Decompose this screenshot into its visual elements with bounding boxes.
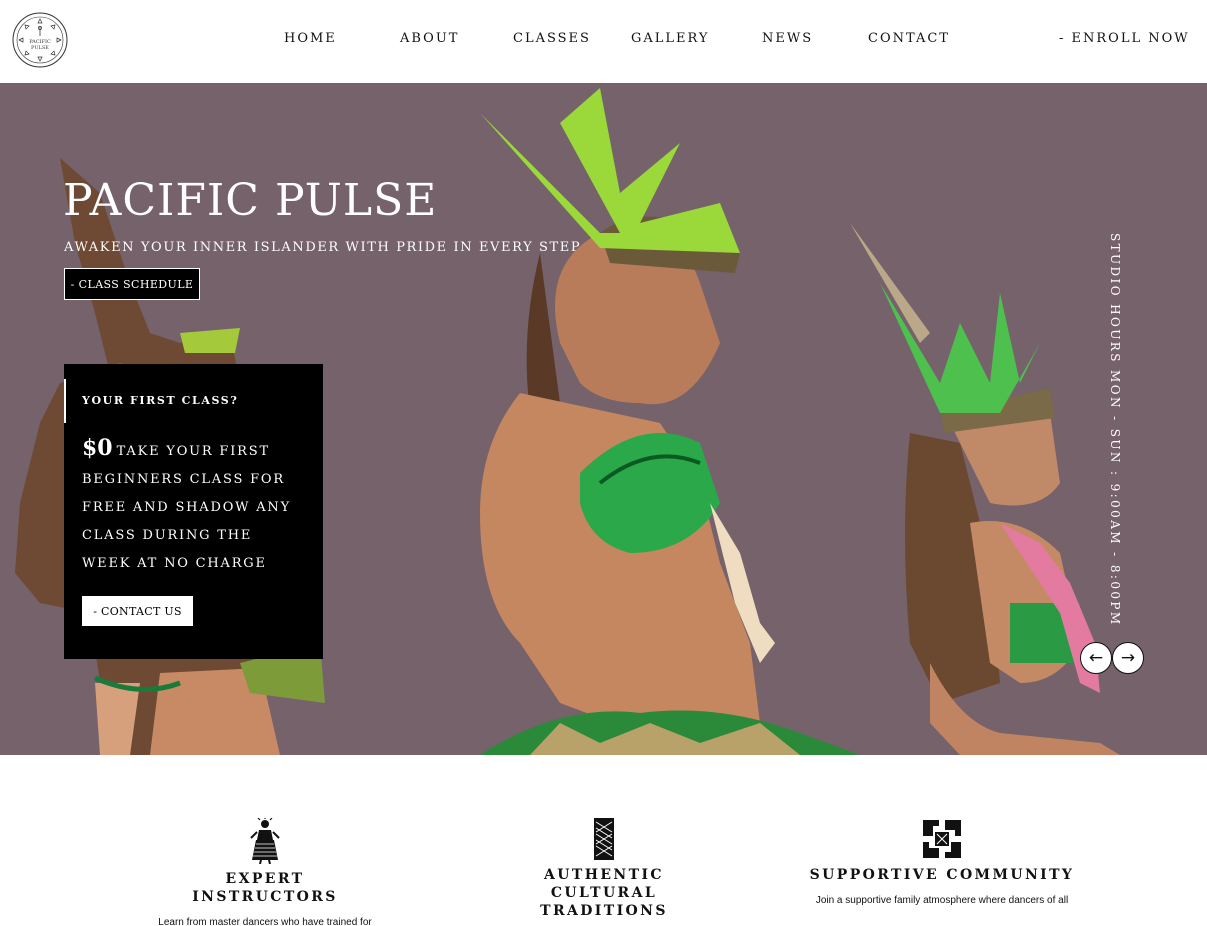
feature-expert-instructors: EXPERT INSTRUCTORS Learn from master dan… xyxy=(150,818,380,926)
tapa-pattern-icon xyxy=(594,818,614,860)
enroll-now-link[interactable]: - ENROLL NOW xyxy=(1059,31,1190,46)
dancer-icon xyxy=(250,818,280,864)
nav-news[interactable]: NEWS xyxy=(762,31,813,46)
carousel-prev-button[interactable]: ← xyxy=(1080,642,1112,674)
first-class-promo-card: YOUR FIRST CLASS? $0 TAKE YOUR FIRST BEGI… xyxy=(64,364,323,659)
nav-gallery[interactable]: GALLERY xyxy=(631,31,710,46)
site-header: PACIFIC PULSE HOME ABOUT CLASSES GALLERY… xyxy=(0,0,1207,83)
carousel-next-button[interactable]: → xyxy=(1112,642,1144,674)
hero-tagline: AWAKEN YOUR INNER ISLANDER WITH PRIDE IN… xyxy=(64,240,582,255)
studio-hours-text: STUDIO HOURS MON - SUN : 9:00AM - 8:00PM xyxy=(1108,233,1122,627)
promo-accent-bar xyxy=(64,379,66,423)
nav-classes[interactable]: CLASSES xyxy=(513,31,591,46)
contact-us-button[interactable]: - CONTACT US xyxy=(82,596,193,626)
promo-label: YOUR FIRST CLASS? xyxy=(82,394,239,407)
studio-hours: STUDIO HOURS MON - SUN : 9:00AM - 8:00PM xyxy=(1104,233,1124,627)
feature-text: Join a supportive family atmosphere wher… xyxy=(815,895,1069,906)
center-dancer-figure xyxy=(480,88,860,755)
feature-text: Learn from master dancers who have train… xyxy=(158,917,372,926)
hero-banner: PACIFIC PULSE AWAKEN YOUR INNER ISLANDER… xyxy=(0,83,1207,755)
feature-supportive-community: SUPPORTIVE COMMUNITY Join a supportive f… xyxy=(800,818,1084,906)
promo-price: $0 xyxy=(82,435,113,461)
feature-title: SUPPORTIVE COMMUNITY xyxy=(809,867,1075,883)
right-dancer-figure xyxy=(850,223,1120,755)
nav-about[interactable]: ABOUT xyxy=(400,31,459,46)
main-nav: HOME ABOUT CLASSES GALLERY NEWS CONTACT xyxy=(0,31,1207,51)
promo-description: TAKE YOUR FIRST BEGINNERS CLASS FOR FREE… xyxy=(82,444,291,571)
promo-text: $0 TAKE YOUR FIRST BEGINNERS CLASS FOR FR… xyxy=(82,434,307,578)
feature-title: EXPERT INSTRUCTORS xyxy=(192,871,338,905)
class-schedule-button[interactable]: - CLASS SCHEDULE xyxy=(64,268,200,300)
joined-hands-icon xyxy=(923,820,961,858)
hero-title: PACIFIC PULSE xyxy=(63,175,438,226)
nav-contact[interactable]: CONTACT xyxy=(868,31,950,46)
nav-home[interactable]: HOME xyxy=(284,31,337,46)
feature-title: AUTHENTIC CULTURAL TRADITIONS xyxy=(540,867,668,919)
feature-authentic-traditions: AUTHENTIC CULTURAL TRADITIONS xyxy=(494,818,714,920)
